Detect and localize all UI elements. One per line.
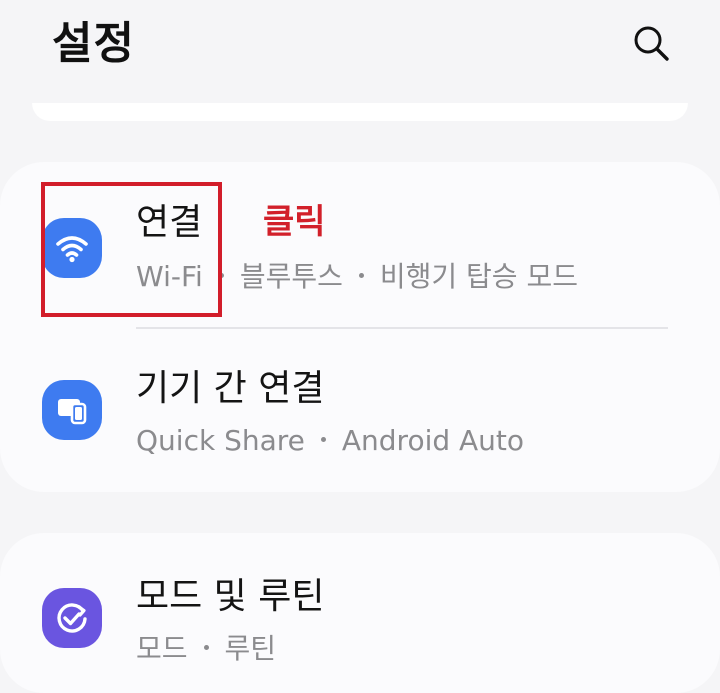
devices-icon — [42, 380, 102, 440]
sub-bluetooth: 블루투스 — [239, 260, 343, 293]
click-highlight-box — [41, 182, 222, 317]
search-icon — [634, 26, 669, 61]
settings-item-connected-devices[interactable]: 기기 간 연결 Quick Share Android Auto — [0, 350, 720, 480]
settings-item-title: 모드 및 루틴 — [136, 576, 325, 617]
settings-item-subtitle: 모드 루틴 — [136, 630, 276, 668]
click-annotation-label: 클릭 — [263, 202, 326, 242]
settings-item-modes-routines[interactable]: 모드 및 루틴 모드 루틴 — [0, 560, 720, 670]
divider — [136, 327, 668, 329]
separator-dot — [203, 644, 209, 650]
separator-dot — [358, 272, 364, 278]
collapsed-card-edge — [32, 103, 688, 121]
search-button[interactable] — [626, 18, 676, 68]
sub-routines: 루틴 — [224, 632, 277, 665]
routine-check-icon — [42, 588, 102, 648]
page-title: 설정 — [52, 18, 135, 69]
sub-quick-share: Quick Share — [136, 424, 305, 457]
sub-airplane-mode: 비행기 탑승 모드 — [379, 260, 578, 293]
settings-item-title: 기기 간 연결 — [136, 368, 325, 409]
separator-dot — [320, 436, 326, 442]
sub-modes: 모드 — [136, 632, 188, 665]
settings-item-subtitle: Quick Share Android Auto — [136, 422, 524, 460]
sub-android-auto: Android Auto — [341, 424, 525, 457]
